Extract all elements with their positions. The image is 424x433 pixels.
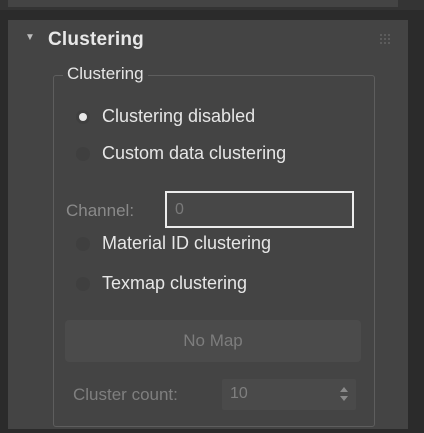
- clustering-rollout: ▼ Clustering Clustering Clustering disab…: [8, 20, 408, 429]
- previous-rollout-strip: [0, 0, 424, 10]
- radio-label: Texmap clustering: [102, 273, 248, 293]
- groupbox-label: Clustering: [63, 64, 148, 84]
- rollout-title: Clustering: [48, 29, 144, 50]
- radio-label: Custom data clustering: [102, 143, 287, 163]
- previous-rollout-edge: [8, 0, 398, 7]
- chevron-down-icon[interactable]: ▼: [25, 32, 35, 43]
- spinner-down-icon[interactable]: [340, 396, 348, 401]
- rollout-header[interactable]: ▼ Clustering: [8, 20, 408, 60]
- spinner-arrows-icon[interactable]: [340, 385, 348, 403]
- channel-input[interactable]: [165, 191, 354, 228]
- spinner-up-icon[interactable]: [340, 387, 348, 392]
- radio-unselected-icon[interactable]: [76, 277, 90, 291]
- drag-grip-icon[interactable]: [380, 34, 390, 44]
- radio-custom-data-clustering[interactable]: Custom data clustering: [68, 140, 368, 168]
- radio-label: Material ID clustering: [102, 233, 272, 253]
- cluster-count-spinner[interactable]: 10: [222, 379, 356, 410]
- radio-unselected-icon[interactable]: [76, 147, 90, 161]
- radio-material-id-clustering[interactable]: Material ID clustering: [68, 230, 368, 258]
- no-map-button[interactable]: No Map: [65, 320, 361, 362]
- radio-selected-icon[interactable]: [76, 110, 90, 124]
- radio-texmap-clustering[interactable]: Texmap clustering: [68, 270, 368, 298]
- cluster-count-value[interactable]: 10: [230, 385, 248, 403]
- channel-label: Channel:: [66, 201, 135, 220]
- radio-label: Clustering disabled: [102, 106, 256, 126]
- radio-clustering-disabled[interactable]: Clustering disabled: [68, 103, 368, 131]
- radio-unselected-icon[interactable]: [76, 237, 90, 251]
- cluster-count-label: Cluster count:: [73, 385, 178, 404]
